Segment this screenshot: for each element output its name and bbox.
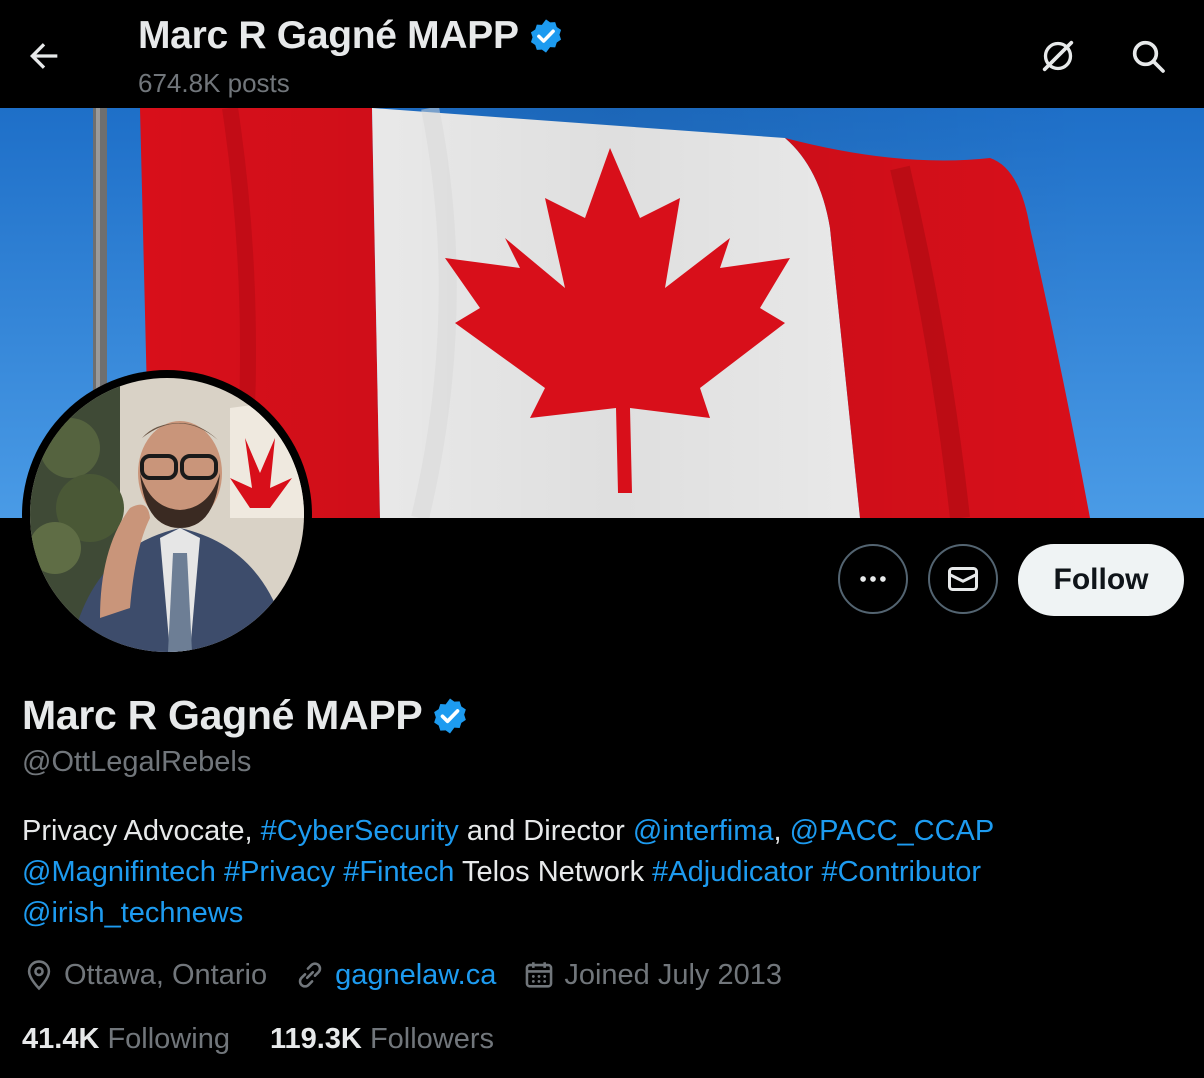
verified-badge-icon[interactable]	[430, 696, 470, 736]
calendar-icon	[526, 962, 553, 988]
followers-stat[interactable]: 119.3K Followers	[270, 1023, 494, 1056]
hashtag-link[interactable]: #Adjudicator	[652, 856, 813, 888]
profile-name: Marc R Gagné MAPP	[22, 692, 470, 739]
avatar[interactable]	[30, 378, 304, 652]
verified-badge-icon	[530, 19, 561, 53]
back-button[interactable]	[24, 36, 64, 76]
followers-label: Followers	[369, 1023, 495, 1055]
more-horizontal-icon	[860, 576, 886, 582]
envelope-icon	[948, 567, 978, 591]
bio-text: ,	[773, 815, 790, 847]
display-name: Marc R Gagné MAPP	[22, 692, 423, 738]
avatar-border	[22, 370, 312, 660]
link-icon	[298, 962, 322, 988]
following-count: 41.4K	[22, 1023, 100, 1055]
joined-text: Joined July 2013	[564, 958, 782, 991]
grok-icon	[1042, 40, 1074, 72]
location-pin-icon	[27, 960, 51, 991]
bio-text: Privacy Advocate,	[22, 815, 261, 847]
location-item: Ottawa, Ontario	[22, 958, 267, 992]
profile-stats: 41.4K Following 119.3K Followers	[22, 1023, 534, 1056]
top-bar: Marc R Gagné MAPP 674.8K posts	[0, 0, 1204, 108]
profile-photo	[30, 378, 304, 652]
arrow-left-icon	[30, 43, 58, 69]
following-stat[interactable]: 41.4K Following	[22, 1023, 230, 1056]
hashtag-link[interactable]: #Privacy	[224, 856, 335, 888]
mention-link[interactable]: @Magnifintech	[22, 856, 216, 888]
mention-link[interactable]: @PACC_CCAP	[790, 815, 995, 847]
header-name: Marc R Gagné MAPP	[138, 14, 519, 57]
profile-meta: Ottawa, Ontario gagnelaw.ca Joined July …	[22, 958, 808, 992]
search-icon	[1132, 40, 1165, 73]
follow-button[interactable]: Follow	[1018, 544, 1184, 616]
hashtag-link[interactable]: #Contributor	[821, 856, 981, 888]
profile-handle: @OttLegalRebels	[22, 746, 252, 778]
following-label: Following	[107, 1023, 230, 1055]
message-button[interactable]	[928, 544, 998, 614]
mention-link[interactable]: @irish_technews	[22, 897, 243, 929]
bio-text: Telos Network	[454, 856, 653, 888]
website-link[interactable]: gagnelaw.ca	[335, 959, 496, 992]
search-button[interactable]	[1122, 30, 1174, 82]
hashtag-link[interactable]: #CyberSecurity	[261, 815, 459, 847]
header-title: Marc R Gagné MAPP	[138, 14, 565, 58]
grok-button[interactable]	[1032, 30, 1084, 82]
mention-link[interactable]: @interfima	[633, 815, 774, 847]
bio-text: and Director	[458, 815, 633, 847]
location-text: Ottawa, Ontario	[64, 958, 268, 991]
followers-count: 119.3K	[269, 1023, 362, 1055]
post-count: 674.8K posts	[138, 68, 290, 98]
hashtag-link[interactable]: #Fintech	[343, 856, 454, 888]
more-button[interactable]	[838, 544, 908, 614]
joined-item: Joined July 2013	[522, 958, 782, 992]
profile-bio: Privacy Advocate, #CyberSecurity and Dir…	[22, 811, 1182, 934]
website-item: gagnelaw.ca	[293, 958, 496, 992]
